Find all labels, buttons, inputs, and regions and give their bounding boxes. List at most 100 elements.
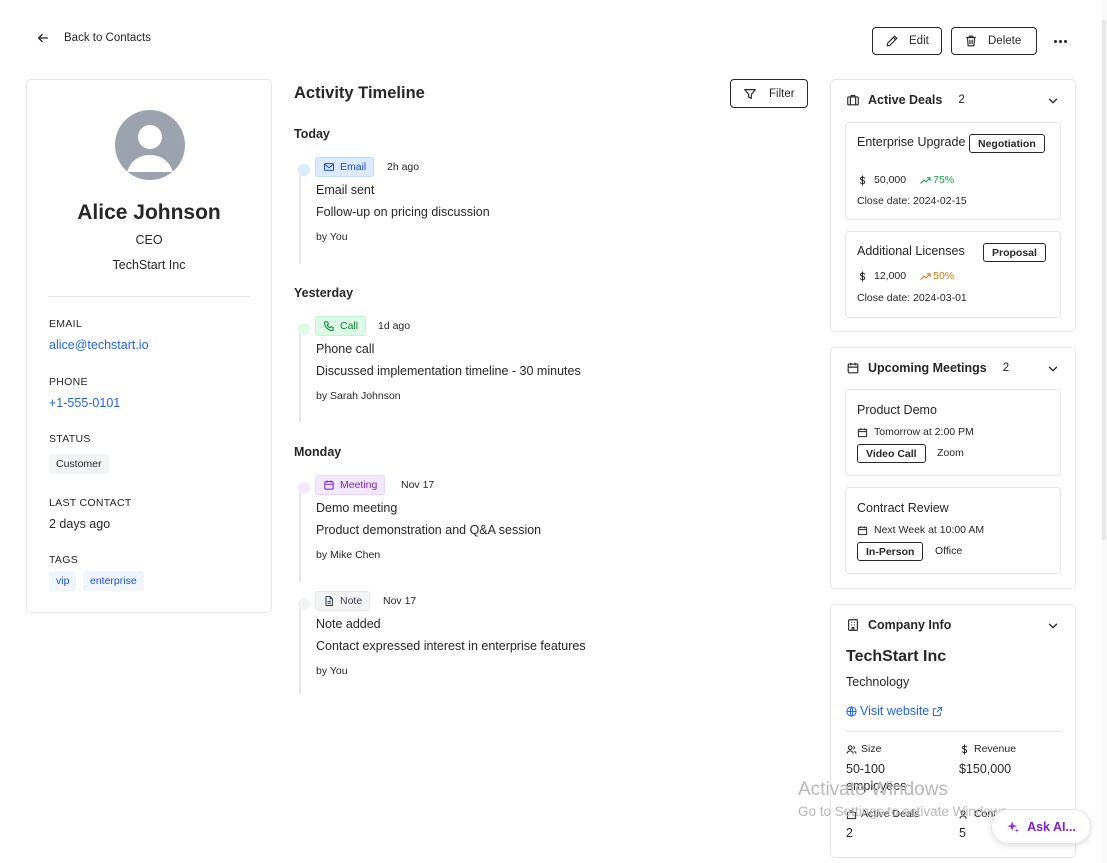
event-type-label: Call xyxy=(340,320,359,332)
day-heading-monday: Monday xyxy=(294,445,342,459)
deal-amount-row: 12,000 50% xyxy=(857,270,954,282)
activate-windows-watermark-title: Activate Windows xyxy=(798,779,948,800)
activate-windows-watermark-subtitle: Go to Settings to activate Windows. xyxy=(798,804,1012,819)
edit-label: Edit xyxy=(909,35,929,47)
meeting-kind-badge: Video Call xyxy=(857,444,926,463)
timeline-line xyxy=(299,329,301,423)
chevron-down-icon[interactable] xyxy=(1046,619,1060,633)
visit-website-link[interactable]: Visit website xyxy=(846,704,943,718)
top-bar: Back to Contacts Edit Delete xyxy=(0,27,1107,55)
day-heading-yesterday: Yesterday xyxy=(294,286,354,300)
event-author: by Mike Chen xyxy=(316,549,381,561)
deal-close-date: Close date: 2024-02-15 xyxy=(857,195,967,207)
deal-name: Enterprise Upgrade xyxy=(857,135,966,149)
deal-name: Additional Licenses xyxy=(857,244,965,258)
event-author: by Sarah Johnson xyxy=(316,390,401,402)
event-title: Note added xyxy=(316,617,381,631)
meeting-location: Office xyxy=(935,545,963,557)
meeting-item[interactable]: Product Demo Tomorrow at 2:00 PM Video C… xyxy=(845,389,1061,476)
event-time: 2h ago xyxy=(387,161,420,173)
chevron-down-icon[interactable] xyxy=(1046,94,1060,108)
company-info-header: Company Info xyxy=(846,618,951,632)
company-industry: Technology xyxy=(846,675,910,689)
deal-amount: 50,000 xyxy=(874,174,907,186)
filter-button[interactable]: Filter xyxy=(730,79,808,108)
tags-label: TAGS xyxy=(49,554,79,566)
timeline-dot xyxy=(298,323,310,335)
day-heading-today: Today xyxy=(294,127,330,141)
sparkle-icon xyxy=(1007,820,1020,833)
event-time: 1d ago xyxy=(378,320,411,332)
more-options-button[interactable] xyxy=(1050,33,1070,49)
email-link[interactable]: alice@techstart.io xyxy=(49,338,149,352)
event-title: Demo meeting xyxy=(316,501,398,515)
back-label: Back to Contacts xyxy=(64,32,151,44)
event-type-badge: Email xyxy=(315,157,375,177)
event-description: Discussed implementation timeline - 30 m… xyxy=(316,364,581,378)
revenue-value: $150,000 xyxy=(959,762,1012,776)
event-type-label: Meeting xyxy=(340,479,378,491)
dollar-icon xyxy=(859,174,866,186)
meeting-location: Zoom xyxy=(937,447,964,459)
dollar-icon xyxy=(859,270,866,282)
event-title: Phone call xyxy=(316,342,375,356)
mail-icon xyxy=(323,163,335,171)
trending-up-icon xyxy=(920,272,931,280)
timeline-dot xyxy=(298,482,310,494)
edit-button[interactable]: Edit xyxy=(872,27,942,55)
contact-name: Alice Johnson xyxy=(77,201,221,224)
timeline-line xyxy=(299,170,301,264)
event-time: Nov 17 xyxy=(401,479,435,491)
active-deals-count: 2 xyxy=(958,94,965,106)
meeting-kind-badge: In-Person xyxy=(857,542,924,561)
active-deals-title: Active Deals xyxy=(868,93,943,107)
calendar-icon xyxy=(324,480,334,490)
filter-icon xyxy=(744,88,756,99)
meeting-time-row: Tomorrow at 2:00 PM xyxy=(857,426,974,438)
upcoming-meetings-title: Upcoming Meetings xyxy=(868,361,987,375)
event-description: Follow-up on pricing discussion xyxy=(316,205,490,219)
timeline-line xyxy=(299,604,301,694)
last-contact-value: 2 days ago xyxy=(49,517,111,531)
calendar-icon xyxy=(857,427,868,437)
timeline-title: Activity Timeline xyxy=(294,84,425,102)
email-label: EMAIL xyxy=(49,318,83,330)
meeting-item[interactable]: Contract Review Next Week at 10:00 AM In… xyxy=(845,487,1061,574)
deal-stage-badge: Proposal xyxy=(983,243,1046,262)
revenue-label: Revenue xyxy=(959,743,1016,755)
deal-probability-value: 75% xyxy=(933,174,955,186)
external-link-icon xyxy=(933,706,943,716)
phone-link[interactable]: +1-555-0101 xyxy=(49,396,120,410)
contact-title: CEO xyxy=(135,233,163,247)
deal-close-date: Close date: 2024-03-01 xyxy=(857,292,967,304)
status-badge: Customer xyxy=(49,454,109,474)
event-type-badge: Call xyxy=(315,316,367,336)
delete-button[interactable]: Delete xyxy=(951,27,1037,55)
event-author: by You xyxy=(316,231,348,243)
active-deals-header: Active Deals 2 xyxy=(846,93,965,107)
meeting-name: Product Demo xyxy=(857,403,937,417)
trending-up-icon xyxy=(920,176,931,184)
size-label-text: Size xyxy=(861,743,882,755)
tag-enterprise: enterprise xyxy=(83,571,144,591)
deal-item[interactable]: Additional Licenses Proposal 12,000 50% … xyxy=(845,231,1061,318)
phone-icon xyxy=(323,321,334,332)
event-description: Product demonstration and Q&A session xyxy=(316,523,542,537)
scrollbar-thumb[interactable] xyxy=(1102,20,1106,540)
deal-item[interactable]: Enterprise Upgrade Negotiation 50,000 75… xyxy=(845,122,1061,220)
event-title: Email sent xyxy=(316,183,375,197)
deal-probability-value: 50% xyxy=(933,270,955,282)
timeline-dot xyxy=(298,164,310,176)
upcoming-meetings-count: 2 xyxy=(1002,362,1010,374)
ask-ai-button[interactable]: Ask AI... xyxy=(991,809,1091,844)
phone-label: PHONE xyxy=(49,376,88,388)
globe-icon xyxy=(846,705,857,717)
chevron-down-icon[interactable] xyxy=(1046,362,1060,376)
upcoming-meetings-header: Upcoming Meetings 2 xyxy=(846,361,1009,375)
document-icon xyxy=(325,595,333,607)
briefcase-icon xyxy=(847,95,859,106)
last-contact-label: LAST CONTACT xyxy=(49,497,132,509)
back-to-contacts-link[interactable]: Back to Contacts xyxy=(36,31,151,45)
timeline-dot xyxy=(298,598,310,610)
company-name: TechStart Inc xyxy=(846,648,947,665)
